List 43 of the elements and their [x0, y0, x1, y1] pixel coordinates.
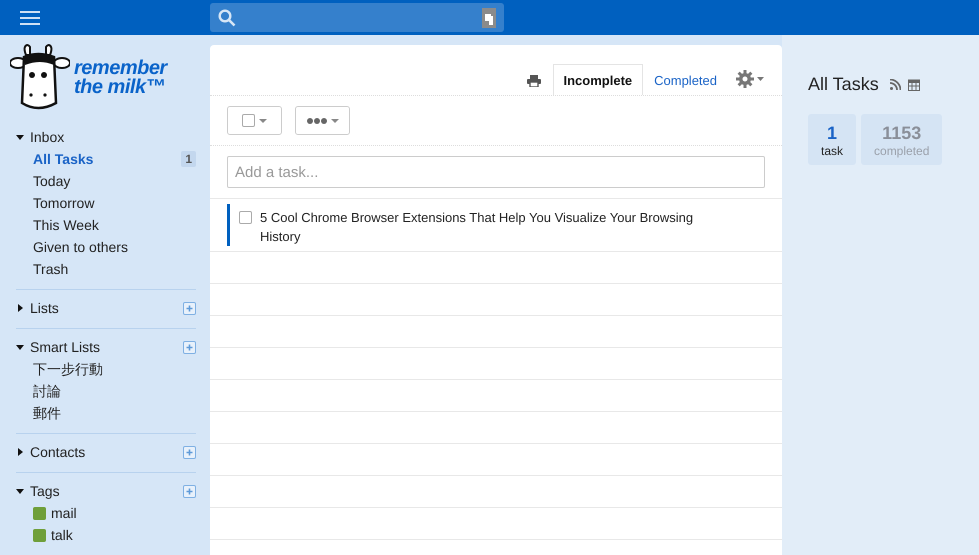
add-icon[interactable]	[183, 302, 196, 314]
sidebar-item[interactable]: Trash	[33, 258, 68, 280]
caret-down-icon	[259, 118, 267, 122]
search-icon	[218, 8, 236, 26]
task-count: 1 task	[808, 114, 856, 165]
section-heading[interactable]: Lists	[30, 298, 183, 318]
more-icon	[306, 118, 326, 124]
print-icon[interactable]	[526, 75, 540, 87]
task-row[interactable]: 5 Cool Chrome Browser Extensions That Help You Visualize Your Browsing History	[227, 204, 710, 246]
section-heading[interactable]: Smart Lists	[30, 336, 183, 358]
task-checkbox[interactable]	[239, 211, 252, 224]
sidebar-item[interactable]: 討論	[33, 380, 61, 402]
rss-icon[interactable]	[890, 79, 901, 90]
search-field[interactable]	[210, 3, 504, 32]
settings-icon[interactable]	[736, 70, 766, 88]
sidebar-item[interactable]: Given to others	[33, 236, 128, 258]
completed-count: 1153 completed	[861, 114, 942, 165]
tab[interactable]: Incomplete	[552, 64, 644, 95]
section-heading[interactable]: Contacts	[30, 442, 183, 462]
count-badge: 1	[181, 151, 196, 167]
section-heading[interactable]: Tags	[30, 480, 183, 502]
sidebar-item[interactable]: This Week	[33, 214, 99, 236]
logo-text: remember the milk™	[74, 59, 167, 97]
add-task-field[interactable]: Add a task...	[227, 156, 765, 188]
tab[interactable]: Completed	[643, 64, 728, 95]
add-icon[interactable]	[183, 340, 196, 354]
more-actions-button[interactable]	[295, 106, 350, 135]
caret-down-icon	[330, 118, 338, 122]
sidebar-item[interactable]: 郵件	[33, 402, 61, 424]
add-icon[interactable]	[183, 484, 196, 498]
sidebar-item[interactable]: 下一步行動	[33, 358, 103, 380]
calendar-icon[interactable]	[908, 78, 920, 91]
select-all-button[interactable]	[227, 106, 282, 135]
add-icon[interactable]	[183, 446, 196, 458]
task-title: 5 Cool Chrome Browser Extensions That Help You Visualize Your Browsing History	[260, 209, 694, 246]
sidebar-item[interactable]: Today	[33, 170, 70, 192]
sidebar-item[interactable]: All Tasks	[33, 148, 94, 170]
sidebar-item[interactable]: talk	[51, 524, 73, 546]
list-title: All Tasks	[808, 73, 879, 96]
sidebar-item[interactable]: Tomorrow	[33, 192, 94, 214]
menu-icon	[20, 10, 40, 24]
sidebar-item[interactable]: mail	[51, 502, 77, 524]
section-heading[interactable]: Inbox	[30, 126, 196, 148]
